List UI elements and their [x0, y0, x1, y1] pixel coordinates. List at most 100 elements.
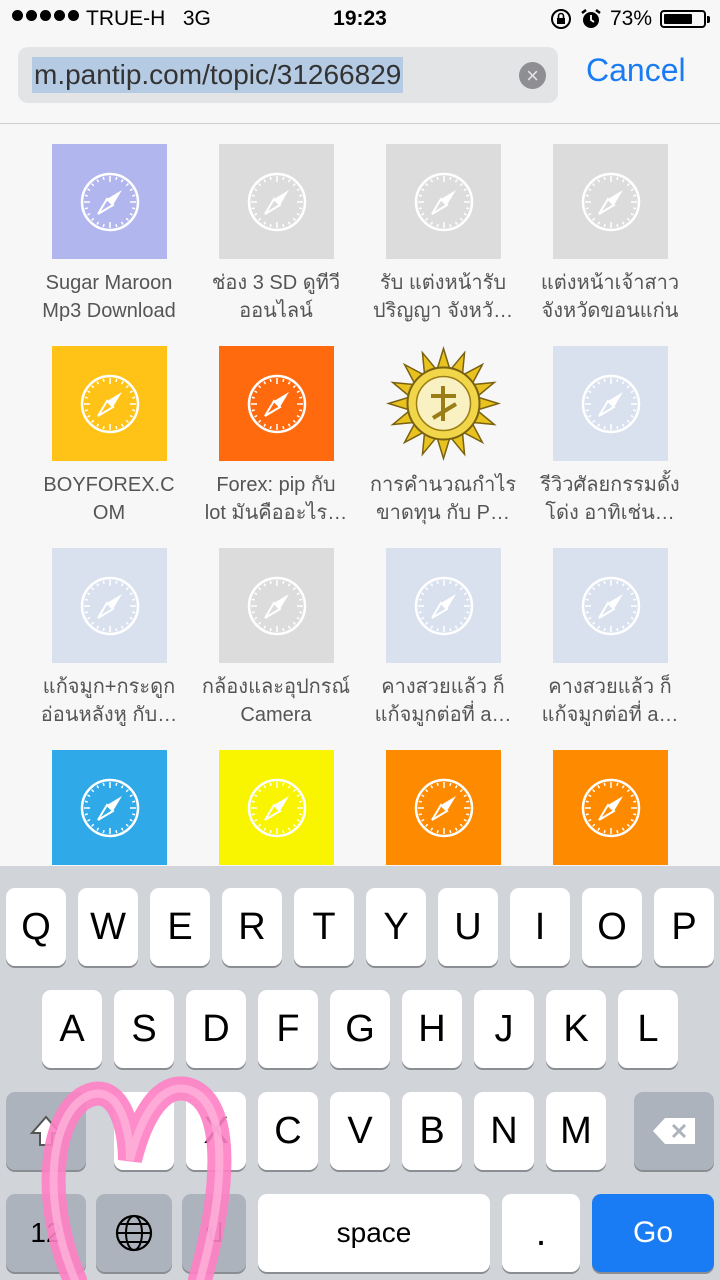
favorite-label: คางสวยแล้ว ก็ แก้จมูกต่อที่ a… [374, 676, 512, 726]
compass-icon [247, 778, 306, 838]
key-j[interactable]: J [474, 990, 534, 1068]
favorite-thumbnail[interactable] [51, 144, 167, 259]
favorite-thumbnail[interactable] [51, 750, 167, 865]
shift-icon [29, 1115, 63, 1146]
favorite-label: ช่อง 3 SD ดูทีวี ออนไลน์ [211, 272, 341, 322]
battery-icon [660, 10, 710, 28]
compass-icon [581, 172, 640, 232]
favorite-thumbnail[interactable] [218, 750, 334, 865]
key-h[interactable]: H [402, 990, 462, 1068]
favorite-tile[interactable]: Forex: pip กับ lot มันคืออะไร… [201, 326, 351, 527]
favorite-thumbnail[interactable] [51, 548, 167, 663]
favorite-thumbnail[interactable] [385, 750, 501, 865]
space-key[interactable]: space [258, 1194, 490, 1272]
key-f[interactable]: F [258, 990, 318, 1068]
compass-icon [247, 576, 306, 636]
favorite-thumbnail[interactable] [552, 750, 668, 865]
cancel-button[interactable]: Cancel [586, 52, 686, 89]
keyboard: Q W E R T Y U I O P A S D F G H J K L X C V B N M 12 ป space. Go [0, 866, 720, 1280]
favorite-tile[interactable] [34, 730, 184, 866]
globe-key[interactable] [96, 1194, 172, 1272]
favorite-thumbnail[interactable] [552, 346, 668, 461]
key-b[interactable]: B [402, 1092, 462, 1170]
compass-icon [581, 778, 640, 838]
key-n[interactable]: N [474, 1092, 534, 1170]
orientation-lock-icon [550, 9, 571, 29]
favorite-label: รีวิวศัลยกรรมดั้ง โด่ง อาทิเช่น… [540, 474, 680, 524]
favorite-thumbnail[interactable] [218, 346, 334, 461]
key-g[interactable]: G [330, 990, 390, 1068]
key-q[interactable]: Q [6, 888, 66, 966]
key-u[interactable]: U [438, 888, 498, 966]
favorite-label: BOYFOREX.C OM [43, 474, 175, 524]
key-l[interactable]: L [618, 990, 678, 1068]
favorite-thumbnail[interactable] [218, 548, 334, 663]
numbers-key[interactable]: 12 [6, 1194, 86, 1272]
favorite-thumbnail[interactable] [218, 144, 334, 259]
favorite-thumbnail[interactable] [385, 346, 501, 461]
key-a[interactable]: A [42, 990, 102, 1068]
favorite-thumbnail[interactable] [51, 346, 167, 461]
alarm-icon [581, 9, 601, 28]
key-i[interactable]: I [510, 888, 570, 966]
favorite-label: กล้องและอุปกรณ์ Camera [201, 676, 351, 726]
clear-icon[interactable]: × [519, 62, 546, 89]
compass-icon [581, 576, 640, 636]
compass-icon [80, 576, 139, 636]
key-d[interactable]: D [186, 990, 246, 1068]
key-w[interactable]: W [78, 888, 138, 966]
key-p[interactable]: P [654, 888, 714, 966]
key-t[interactable]: T [294, 888, 354, 966]
favorite-label: รับ แต่งหน้ารับ ปริญญา จังหวั… [372, 272, 514, 322]
key-v[interactable]: V [330, 1092, 390, 1170]
battery-percent: 73% [609, 7, 652, 30]
key-s[interactable]: S [114, 990, 174, 1068]
favorites-grid: Sugar Maroon Mp3 Download ช่อง 3 SD ดูที… [0, 124, 720, 866]
favorite-tile[interactable] [535, 730, 685, 866]
globe-icon [115, 1214, 153, 1252]
compass-icon [414, 576, 473, 636]
shift-key[interactable] [6, 1092, 86, 1170]
key-x[interactable]: X [186, 1092, 246, 1170]
favorite-label: Sugar Maroon Mp3 Download [42, 272, 176, 322]
favorite-tile[interactable]: การคำนวณกำไร ขาดทุน กับ P… [368, 326, 518, 527]
favorite-tile[interactable]: คางสวยแล้ว ก็ แก้จมูกต่อที่ a… [535, 528, 685, 729]
key-e[interactable]: E [150, 888, 210, 966]
compass-icon [247, 374, 306, 434]
favorite-thumbnail[interactable] [385, 144, 501, 259]
key-r[interactable]: R [222, 888, 282, 966]
key-k[interactable]: K [546, 990, 606, 1068]
favorite-tile[interactable]: ช่อง 3 SD ดูทีวี ออนไลน์ [201, 124, 351, 325]
compass-icon [581, 374, 640, 434]
favorite-tile[interactable]: BOYFOREX.C OM [34, 326, 184, 527]
key-z[interactable] [114, 1092, 174, 1170]
favorite-label: คางสวยแล้ว ก็ แก้จมูกต่อที่ a… [541, 676, 679, 726]
favorite-thumbnail[interactable] [552, 548, 668, 663]
thai-key[interactable]: ป [182, 1194, 246, 1272]
favorite-label: Forex: pip กับ lot มันคืออะไร… [204, 474, 348, 524]
url-input[interactable]: m.pantip.com/topic/31266829 [32, 57, 404, 93]
favorite-tile[interactable]: คางสวยแล้ว ก็ แก้จมูกต่อที่ a… [368, 528, 518, 729]
favorite-tile[interactable] [201, 730, 351, 866]
compass-icon [414, 172, 473, 232]
backspace-key[interactable] [634, 1092, 714, 1170]
favorite-thumbnail[interactable] [552, 144, 668, 259]
period-key[interactable]: . [502, 1194, 580, 1272]
key-m[interactable]: M [546, 1092, 606, 1170]
sun-logo-icon [385, 346, 501, 461]
favorite-tile[interactable]: แต่งหน้าเจ้าสาว จังหวัดขอนแก่น [535, 124, 685, 325]
favorite-tile[interactable]: Sugar Maroon Mp3 Download [34, 124, 184, 325]
favorite-thumbnail[interactable] [385, 548, 501, 663]
favorite-tile[interactable]: แก้จมูก+กระดูก อ่อนหลังหู กับ… [34, 528, 184, 729]
key-c[interactable]: C [258, 1092, 318, 1170]
favorite-tile[interactable]: กล้องและอุปกรณ์ Camera [201, 528, 351, 729]
key-y[interactable]: Y [366, 888, 426, 966]
favorite-label: แก้จมูก+กระดูก อ่อนหลังหู กับ… [40, 676, 178, 726]
key-o[interactable]: O [582, 888, 642, 966]
favorite-tile[interactable]: รีวิวศัลยกรรมดั้ง โด่ง อาทิเช่น… [535, 326, 685, 527]
favorite-tile[interactable] [368, 730, 518, 866]
compass-icon [247, 172, 306, 232]
address-bar[interactable]: m.pantip.com/topic/31266829 × [18, 47, 558, 103]
favorite-tile[interactable]: รับ แต่งหน้ารับ ปริญญา จังหวั… [368, 124, 518, 325]
go-key[interactable]: Go [592, 1194, 714, 1272]
